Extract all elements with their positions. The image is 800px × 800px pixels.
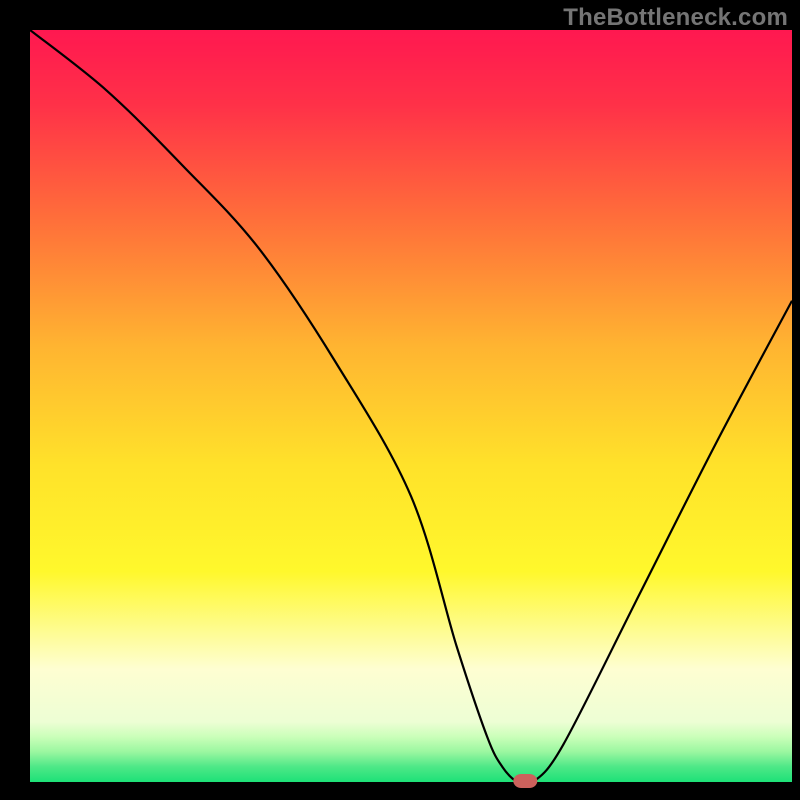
- chart-container: TheBottleneck.com: [0, 0, 800, 800]
- chart-gradient-background: [30, 30, 792, 782]
- watermark-label: TheBottleneck.com: [563, 4, 788, 32]
- sweet-spot-marker: [513, 774, 537, 788]
- chart-svg: [0, 0, 800, 800]
